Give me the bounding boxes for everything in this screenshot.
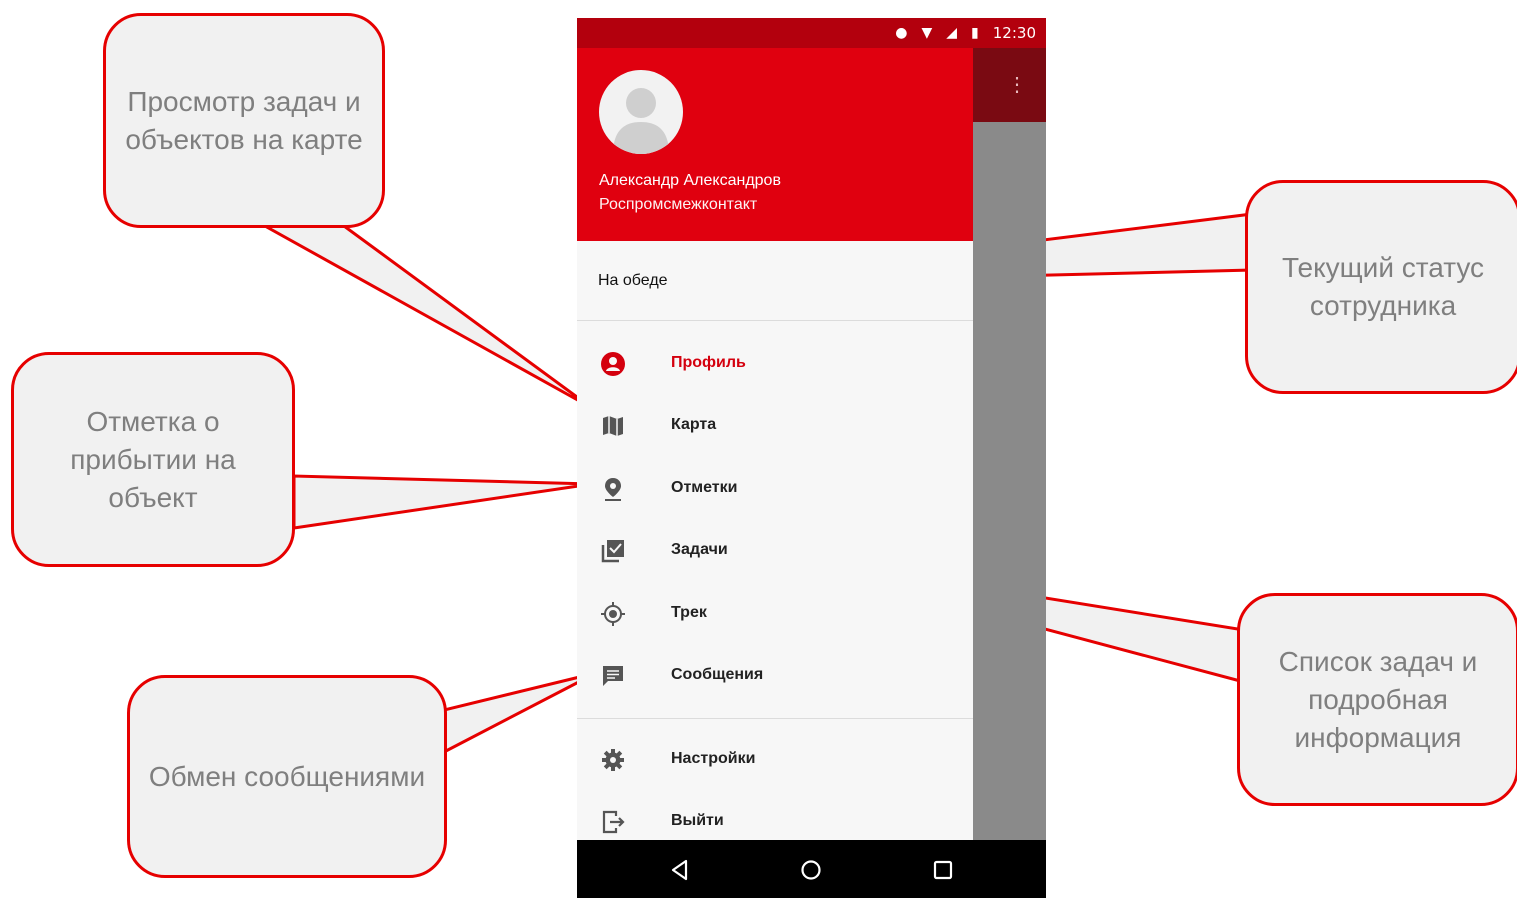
menu-item-tasks[interactable]: Задачи	[577, 523, 973, 579]
overflow-menu-icon[interactable]: ⋮	[1007, 70, 1027, 100]
notification-icon: ●	[895, 25, 908, 41]
wifi-icon: ▼	[921, 25, 933, 41]
menu-item-map[interactable]: Карта	[577, 398, 973, 454]
navigation-bar	[577, 840, 1046, 898]
current-status[interactable]: На обеде	[598, 272, 668, 290]
menu-label: Задачи	[671, 541, 728, 558]
menu-item-settings[interactable]: Настройки	[577, 732, 973, 788]
recents-icon[interactable]	[929, 856, 957, 884]
pointer-map	[259, 224, 593, 410]
menu-label: Профиль	[671, 354, 746, 371]
menu-item-track[interactable]: Трек	[577, 586, 973, 642]
phone-screen: ● ▼ ◢ ▮ 12:30 ⋮ Александр Александров Ро…	[577, 18, 1046, 898]
pointer-messages	[442, 671, 597, 755]
menu-label: Сообщения	[671, 666, 764, 683]
home-icon[interactable]	[797, 856, 825, 884]
message-icon	[603, 666, 623, 686]
place-icon	[605, 478, 621, 501]
battery-icon: ▮	[971, 25, 979, 41]
navigation-drawer: Александр Александров Роспромсмежконтакт…	[577, 48, 973, 840]
callout-map-view: Просмотр задач и объектов на карте	[103, 13, 385, 228]
menu-label: Карта	[671, 416, 717, 433]
menu-item-profile[interactable]: Профиль	[577, 336, 973, 392]
callout-messaging-text: Обмен сообщениями	[148, 760, 426, 792]
callout-current-status-text: Текущий статус сотрудника	[1281, 252, 1485, 321]
menu-label: Отметки	[671, 479, 738, 496]
callout-messaging: Обмен сообщениями	[127, 675, 447, 878]
logout-icon	[602, 810, 625, 834]
gear-icon	[602, 749, 624, 771]
signal-icon: ◢	[946, 25, 958, 41]
menu-item-marks[interactable]: Отметки	[577, 461, 973, 517]
tasks-icon	[601, 540, 624, 563]
callout-tasks-list-text: Список задач и подробная информация	[1278, 645, 1478, 753]
divider	[577, 320, 973, 321]
avatar[interactable]	[599, 70, 683, 154]
status-time: 12:30	[992, 24, 1036, 42]
menu-label: Выйти	[671, 812, 724, 829]
menu-label: Настройки	[671, 750, 756, 767]
status-bar: ● ▼ ◢ ▮ 12:30	[577, 18, 1046, 48]
user-name: Александр Александров	[599, 172, 781, 189]
divider	[577, 718, 973, 719]
menu-label: Трек	[671, 604, 707, 621]
callout-arrival-mark-text: Отметка о прибытии на объект	[70, 405, 236, 513]
callout-map-view-text: Просмотр задач и объектов на карте	[125, 85, 363, 155]
user-silhouette-icon	[613, 88, 669, 154]
callout-tasks-list: Список задач и подробная информация	[1237, 593, 1517, 806]
user-company: Роспромсмежконтакт	[599, 196, 758, 213]
map-icon	[603, 416, 623, 436]
gps-track-icon	[601, 602, 625, 626]
back-icon[interactable]	[666, 856, 694, 884]
callout-arrival-mark: Отметка о прибытии на объект	[11, 352, 295, 567]
drawer-header: Александр Александров Роспромсмежконтакт	[577, 48, 973, 241]
callout-current-status: Текущий статус сотрудника	[1245, 180, 1517, 394]
account-circle-icon	[601, 352, 625, 376]
pointer-marks	[292, 474, 593, 530]
menu-item-messages[interactable]: Сообщения	[577, 648, 973, 704]
